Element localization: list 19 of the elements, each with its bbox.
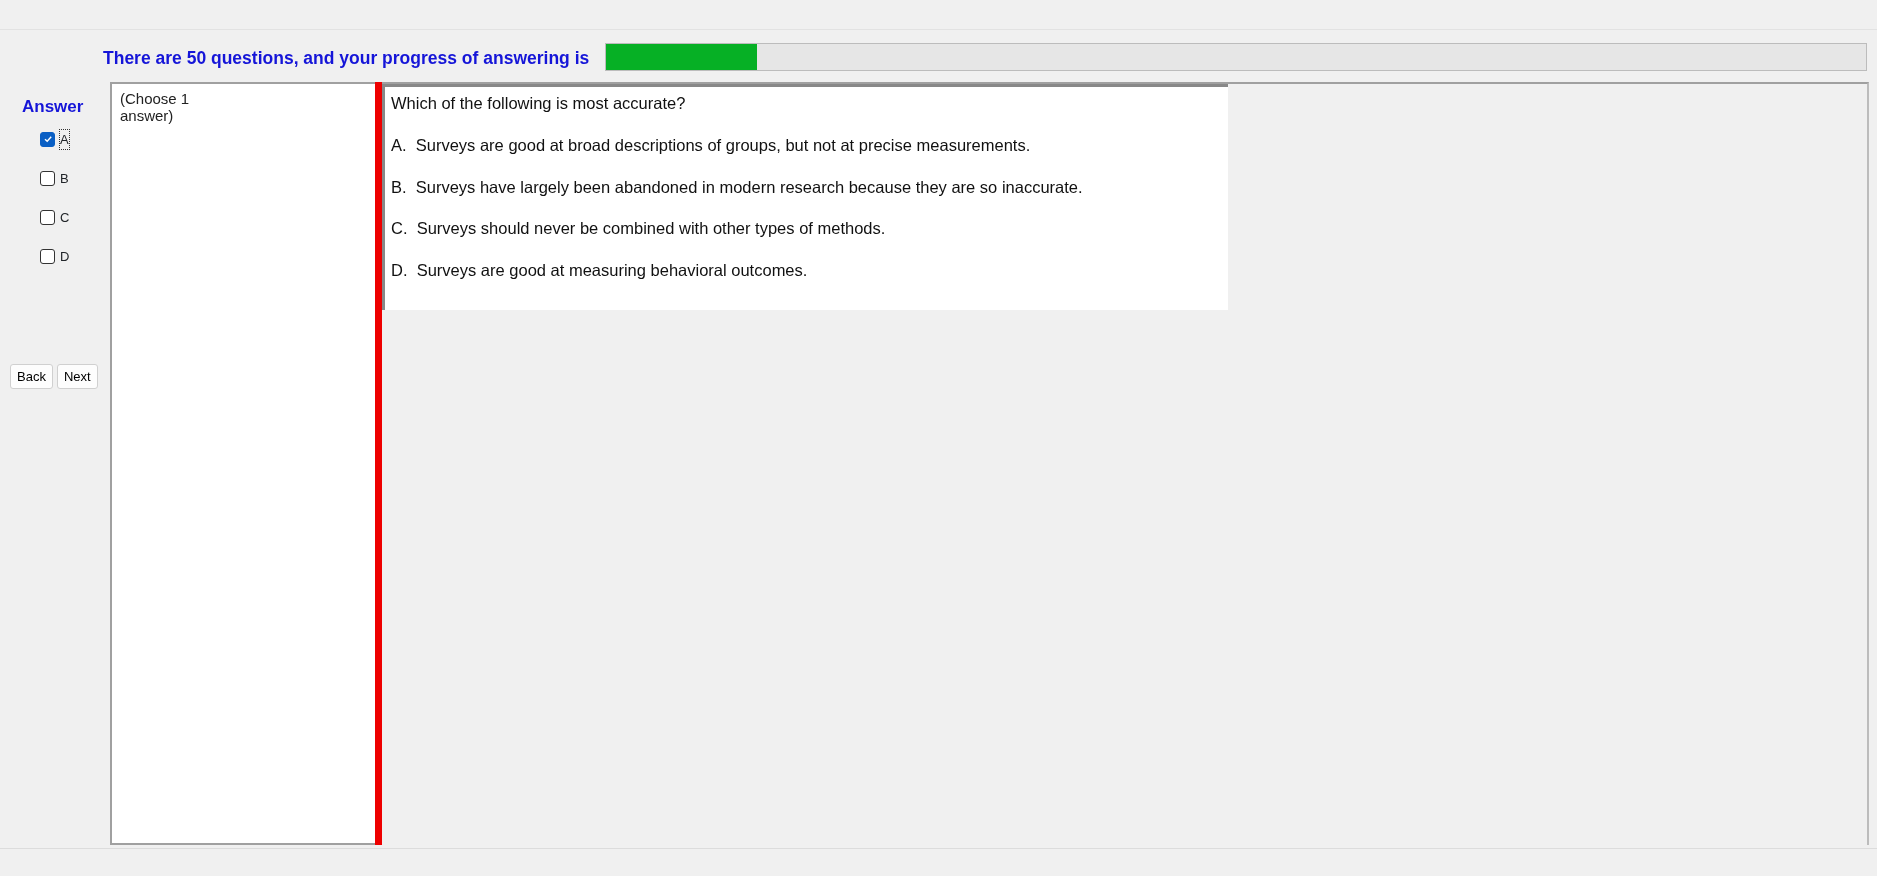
checkbox[interactable] [40,131,55,147]
progress-label: There are 50 questions, and your progress of answering is [103,47,590,70]
option-label: B [60,169,69,188]
option-label: A [60,129,69,149]
option-label: C [60,208,70,227]
question-text: Which of the following is most accurate? [391,93,687,114]
answer-choice: A. Surveys are good at broad descriptions of groups, but not at precise measurements. [391,134,1032,156]
option-label: D [60,247,70,266]
nav-button[interactable]: Next [56,363,98,389]
checkbox[interactable] [40,170,55,186]
answer-choice: B. Surveys have largely been abandoned in modern research because they are so inaccurate. [391,176,1084,198]
check-icon [42,134,53,144]
instruction-text: (Choose 1 answer) [110,82,375,845]
checkbox[interactable] [40,248,55,264]
answer-choice: C. Surveys should never be combined with other types of methods. [391,218,887,240]
answer-choice: D. Surveys are good at measuring behavioral outcomes. [391,260,809,281]
checkbox[interactable] [40,209,55,225]
answer-heading: Answer [22,96,85,118]
nav-button[interactable]: Back [10,363,53,389]
